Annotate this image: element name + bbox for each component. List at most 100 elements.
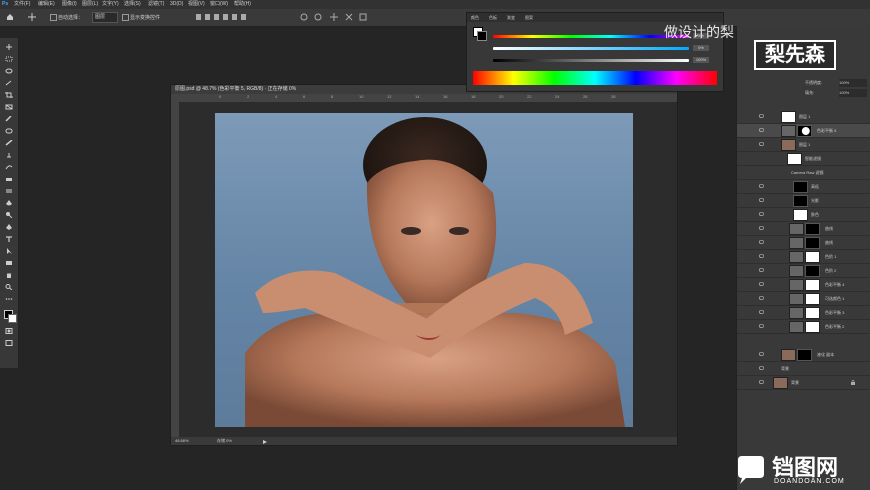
layer-row[interactable]: 色彩平衡 4 — [737, 278, 870, 292]
dodge-tool-icon[interactable] — [5, 212, 13, 218]
layer-row-selected[interactable]: 色彩平衡 5 — [737, 124, 870, 138]
eye-icon[interactable] — [759, 142, 764, 146]
tab-patterns[interactable]: 图案 — [525, 13, 533, 22]
eye-icon[interactable] — [759, 352, 764, 356]
menu-type[interactable]: 文字(Y) — [102, 0, 119, 9]
layer-row[interactable]: 可选颜色 1 — [737, 292, 870, 306]
zoom-tool-icon[interactable] — [5, 284, 13, 290]
layer-row[interactable]: 色彩平衡 2 — [737, 320, 870, 334]
auto-select-checkbox[interactable] — [50, 14, 57, 21]
lasso-tool-icon[interactable] — [5, 68, 13, 74]
quick-mask-icon[interactable] — [5, 328, 13, 334]
saturation-slider[interactable] — [493, 47, 689, 50]
menu-layer[interactable]: 图层(L) — [82, 0, 98, 9]
blur-tool-icon[interactable] — [5, 200, 13, 206]
menu-filter[interactable]: 滤镜(T) — [148, 0, 164, 9]
eye-icon[interactable] — [759, 226, 764, 230]
marquee-tool-icon[interactable] — [5, 56, 13, 62]
layer-row[interactable]: 图层 1 — [737, 110, 870, 124]
tab-swatches[interactable]: 色板 — [489, 13, 497, 22]
menu-view[interactable]: 视图(V) — [188, 0, 205, 9]
auto-select-dropdown[interactable]: 图层 — [92, 12, 118, 23]
opacity-input[interactable]: 100% — [839, 79, 867, 87]
eye-icon[interactable] — [759, 268, 764, 272]
background-color-swatch[interactable] — [8, 314, 17, 323]
layer-row[interactable]: 图层 1 — [737, 138, 870, 152]
menu-window[interactable]: 窗口(W) — [210, 0, 228, 9]
photoshop-logo-icon[interactable]: Ps — [2, 0, 10, 9]
options-bar: 自动选择： 图层 显示变换控件 — [0, 9, 870, 27]
layer-row[interactable]: Camera Raw 滤镜 — [737, 166, 870, 180]
eye-icon[interactable] — [759, 184, 764, 188]
3d-mode-icons-group[interactable] — [300, 13, 380, 21]
layer-row[interactable]: 色彩平衡 3 — [737, 306, 870, 320]
eye-icon[interactable] — [759, 198, 764, 202]
eye-icon[interactable] — [759, 310, 764, 314]
align-icons-group[interactable] — [196, 13, 256, 21]
brightness-value[interactable]: 100% — [693, 57, 709, 63]
layer-row[interactable]: 曲线 — [737, 236, 870, 250]
eye-icon[interactable] — [759, 240, 764, 244]
magic-wand-tool-icon[interactable] — [5, 80, 13, 86]
fill-input[interactable]: 100% — [839, 89, 867, 97]
eye-icon[interactable] — [759, 282, 764, 286]
saturation-value[interactable]: 0% — [693, 45, 709, 51]
eye-icon[interactable] — [759, 324, 764, 328]
show-transform-checkbox[interactable] — [122, 14, 129, 21]
menu-edit[interactable]: 编辑(E) — [38, 0, 55, 9]
crop-tool-icon[interactable] — [5, 92, 13, 98]
layer-group-row[interactable]: 背景 — [737, 362, 870, 376]
healing-brush-tool-icon[interactable] — [5, 128, 13, 134]
move-tool-icon[interactable] — [5, 44, 13, 50]
menu-help[interactable]: 帮助(H) — [234, 0, 251, 9]
menu-3d[interactable]: 3D(D) — [170, 0, 183, 9]
tab-gradients[interactable]: 渐变 — [507, 13, 515, 22]
eye-icon[interactable] — [759, 212, 764, 216]
type-tool-icon[interactable] — [5, 236, 13, 242]
color-spectrum[interactable] — [473, 71, 717, 85]
tab-color[interactable]: 颜色 — [471, 13, 479, 22]
layer-group-row[interactable]: 肤色 — [737, 208, 870, 222]
ruler-tick: 8 — [331, 94, 334, 99]
eyedropper-tool-icon[interactable] — [5, 116, 13, 122]
eye-icon[interactable] — [759, 380, 764, 384]
gradient-tool-icon[interactable] — [5, 188, 13, 194]
eye-icon[interactable] — [759, 296, 764, 300]
layer-row[interactable]: 曲线 — [737, 222, 870, 236]
more-tools-icon[interactable] — [5, 296, 13, 302]
stamp-tool-icon[interactable] — [5, 152, 13, 158]
home-icon[interactable] — [6, 13, 14, 21]
layer-group-row[interactable]: 高低 — [737, 180, 870, 194]
photo-canvas[interactable] — [215, 113, 633, 427]
eye-icon[interactable] — [759, 366, 764, 370]
layer-row[interactable]: 背景 — [737, 376, 870, 390]
brush-tool-icon[interactable] — [5, 140, 13, 146]
eye-icon[interactable] — [759, 254, 764, 258]
layer-row[interactable]: 色阶 1 — [737, 250, 870, 264]
layer-row[interactable]: 色阶 2 — [737, 264, 870, 278]
history-brush-tool-icon[interactable] — [5, 164, 13, 170]
layer-row[interactable]: 液化 副本 — [737, 348, 870, 362]
color-background-swatch[interactable] — [477, 31, 487, 41]
hue-slider[interactable] — [493, 35, 689, 38]
eye-icon[interactable] — [759, 114, 764, 118]
menu-select[interactable]: 选择(S) — [124, 0, 141, 9]
eraser-tool-icon[interactable] — [5, 176, 13, 182]
rectangle-tool-icon[interactable] — [5, 260, 13, 266]
path-selection-tool-icon[interactable] — [5, 248, 13, 254]
eye-icon[interactable] — [759, 128, 764, 132]
horizontal-ruler[interactable]: 0 2 4 6 8 10 12 14 16 18 20 22 24 26 28 — [171, 94, 677, 102]
layer-row[interactable]: 智能滤镜 — [737, 152, 870, 166]
vertical-ruler[interactable] — [171, 102, 179, 437]
move-tool-icon[interactable] — [28, 13, 36, 21]
screen-mode-icon[interactable] — [5, 340, 13, 346]
frame-tool-icon[interactable] — [5, 104, 13, 110]
brightness-slider[interactable] — [493, 59, 689, 62]
status-arrow-icon[interactable] — [263, 439, 267, 444]
hand-tool-icon[interactable] — [5, 272, 13, 278]
menu-image[interactable]: 图像(I) — [62, 0, 77, 9]
pen-tool-icon[interactable] — [5, 224, 13, 230]
layer-group-row[interactable]: 光影 — [737, 194, 870, 208]
menu-file[interactable]: 文件(F) — [14, 0, 30, 9]
zoom-level[interactable]: 48.66% — [175, 437, 189, 445]
